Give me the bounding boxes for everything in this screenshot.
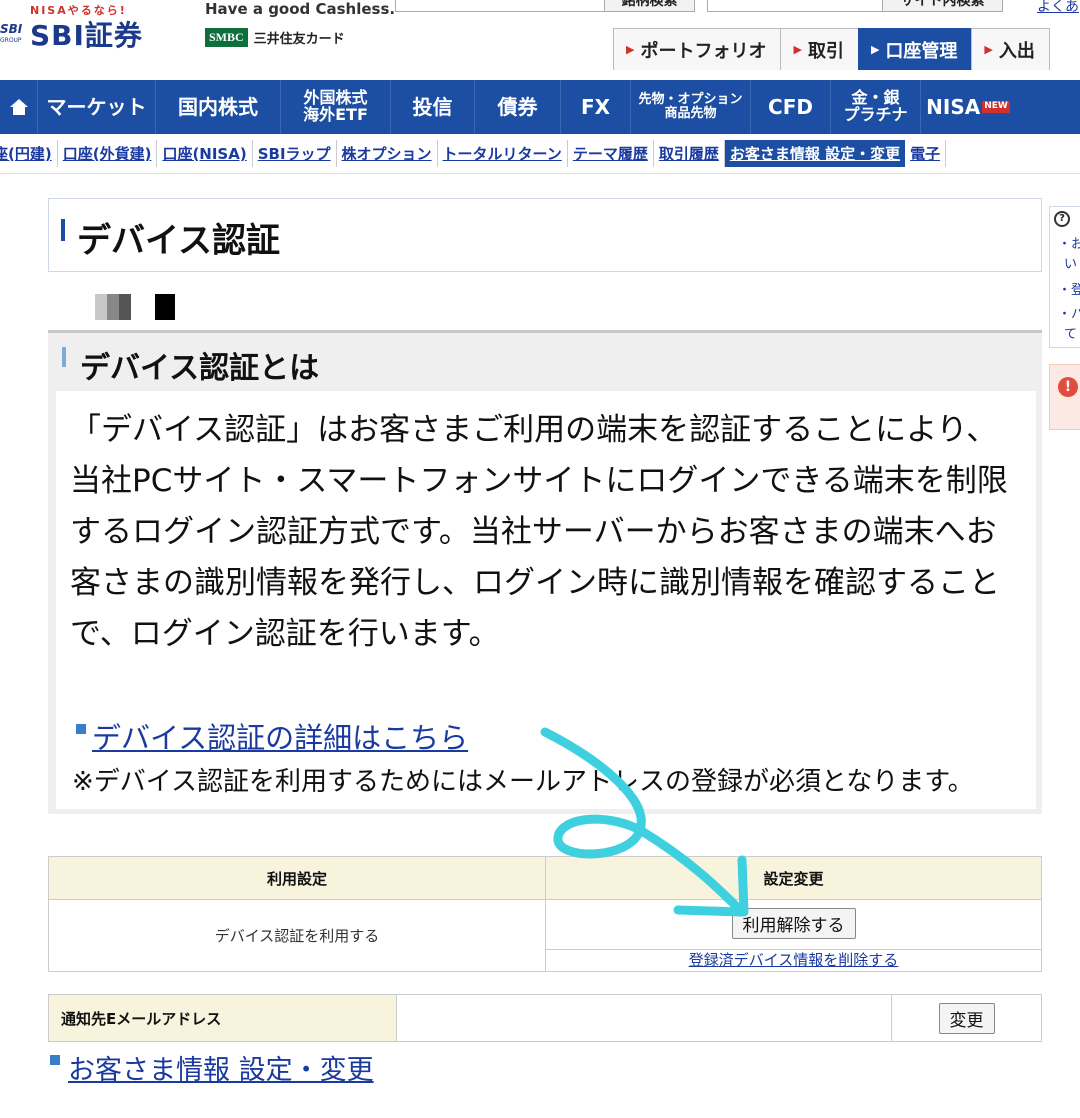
- customer-info-settings-link[interactable]: お客さま情報 設定・変更: [50, 1048, 374, 1087]
- device-auth-info-section: デバイス認証とは 「デバイス認証」はお客さまご利用の端末を認証することにより、当…: [48, 330, 1042, 814]
- home-icon[interactable]: [0, 80, 38, 134]
- alert-icon: !: [1058, 377, 1078, 397]
- side-link[interactable]: て: [1064, 323, 1077, 342]
- email-value-redacted: [396, 994, 892, 1042]
- link-arrow-icon: [50, 1055, 60, 1065]
- smbc-badge: SMBC: [205, 28, 248, 47]
- subnav-total-return[interactable]: トータルリターン: [438, 140, 568, 167]
- col-change-header: 設定変更: [545, 856, 1042, 900]
- help-side-panel: ? ・お い ・登 ・ハ て: [1049, 206, 1080, 348]
- section-title: デバイス認証とは: [80, 351, 320, 386]
- nav-foreign-stock[interactable]: 外国株式 海外ETF: [281, 80, 391, 134]
- usage-value: デバイス認証を利用する: [48, 899, 546, 972]
- site-search-input[interactable]: サイト内検索: [707, 0, 1003, 12]
- redacted-text: [95, 294, 175, 320]
- nav-futures-options[interactable]: 先物・オプション 商品先物: [631, 80, 751, 134]
- nav-cfd[interactable]: CFD: [751, 80, 831, 134]
- site-header: NISAやるなら! SBI SBI証券 GROUP Have a good Ca…: [0, 0, 1080, 80]
- page-title-box: デバイス認証: [48, 198, 1042, 272]
- subnav-stock-option[interactable]: 株オプション: [337, 140, 438, 167]
- description-text: 「デバイス認証」はお客さまご利用の端末を認証することにより、当社PCサイト・スマ…: [70, 412, 1008, 652]
- subnav-customer-info[interactable]: お客さま情報 設定・変更: [724, 140, 906, 167]
- delete-link-cell: 登録済デバイス情報を削除する: [546, 950, 1041, 971]
- triangle-right-icon: ▶: [793, 43, 802, 56]
- device-auth-detail-link[interactable]: デバイス認証の詳細はこちら: [76, 715, 468, 757]
- nav-domestic-stock[interactable]: 国内株式: [156, 80, 281, 134]
- triangle-right-icon: ▶: [870, 43, 880, 56]
- alert-side-panel: !: [1049, 364, 1080, 430]
- smbc-card-banner[interactable]: SMBC 三井住友カード: [205, 28, 345, 47]
- side-link[interactable]: ・登: [1058, 279, 1080, 298]
- change-email-button[interactable]: 変更: [938, 1002, 995, 1034]
- nav-fx[interactable]: FX: [561, 80, 631, 134]
- tab-account-management[interactable]: ▶ 口座管理: [857, 28, 973, 70]
- sbi-logo[interactable]: NISAやるなら! SBI SBI証券 GROUP: [0, 0, 160, 60]
- side-link[interactable]: ・ハ: [1058, 303, 1080, 322]
- account-tabs: ▶ ポートフォリオ ▶ 取引 ▶ 口座管理 ▶ 入出: [613, 28, 1050, 70]
- title-accent-bar: [61, 219, 65, 241]
- email-label: 通知先Eメールアドレス: [48, 994, 397, 1042]
- link-arrow-icon: [76, 724, 86, 734]
- global-nav: マーケット 国内株式 外国株式 海外ETF 投信 債券 FX 先物・オプション 商品…: [0, 80, 1080, 134]
- logo-text: SBI証券: [30, 19, 143, 52]
- stock-search-button[interactable]: 銘柄検索: [604, 0, 694, 11]
- info-body: 「デバイス認証」はお客さまご利用の端末を認証することにより、当社PCサイト・スマ…: [56, 391, 1036, 809]
- section-accent-bar: [62, 347, 66, 367]
- sub-nav: 座(円建) 口座(外貨建) 口座(NISA) SBIラップ 株オプション トータ…: [0, 134, 1080, 174]
- logo-mark: SBI: [0, 22, 23, 36]
- email-required-note: ※デバイス認証を利用するためにはメールアドレスの登録が必須となります。: [72, 767, 974, 797]
- release-button-cell: 利用解除する: [546, 900, 1041, 950]
- logo-group: GROUP: [0, 37, 22, 44]
- cashless-slogan: Have a good Cashless.: [205, 0, 396, 18]
- tab-label: 取引: [807, 40, 844, 62]
- triangle-right-icon: ▶: [626, 43, 635, 56]
- subnav-trade-history[interactable]: 取引履歴: [654, 140, 725, 167]
- tab-deposit[interactable]: ▶ 入出: [971, 28, 1050, 70]
- col-usage-header: 利用設定: [48, 856, 546, 900]
- email-change-cell: 変更: [891, 994, 1042, 1042]
- side-link[interactable]: い: [1064, 253, 1077, 272]
- subnav-foreign-account[interactable]: 口座(外貨建): [58, 140, 158, 167]
- notification-email-table: 通知先Eメールアドレス 変更: [48, 994, 1042, 1042]
- tab-label: 入出: [998, 40, 1035, 62]
- nav-nisa[interactable]: NISA NEW: [921, 80, 1015, 134]
- side-link[interactable]: ・お: [1058, 233, 1080, 252]
- tab-trade[interactable]: ▶ 取引: [780, 28, 859, 70]
- subnav-theme-history[interactable]: テーマ履歴: [568, 140, 654, 167]
- tab-portfolio[interactable]: ▶ ポートフォリオ: [613, 28, 782, 70]
- delete-registered-devices-link[interactable]: 登録済デバイス情報を削除する: [689, 951, 899, 969]
- nav-precious-metals[interactable]: 金・銀 プラチナ: [831, 80, 921, 134]
- nav-bond[interactable]: 債券: [475, 80, 561, 134]
- page-title: デバイス認証: [77, 221, 280, 261]
- triangle-right-icon: ▶: [984, 43, 993, 56]
- nav-investment-trust[interactable]: 投信: [391, 80, 475, 134]
- faq-link[interactable]: よくあ: [1037, 0, 1079, 16]
- stock-search-input[interactable]: 銘柄検索: [395, 0, 695, 12]
- smbc-card-text: 三井住友カード: [253, 32, 345, 47]
- new-badge: NEW: [982, 101, 1010, 113]
- release-device-auth-button[interactable]: 利用解除する: [731, 908, 856, 939]
- subnav-sbi-wrap[interactable]: SBIラップ: [253, 140, 337, 167]
- site-search-button[interactable]: サイト内検索: [882, 0, 1002, 11]
- subnav-nisa-account[interactable]: 口座(NISA): [157, 140, 253, 167]
- tab-label: ポートフォリオ: [640, 40, 767, 62]
- device-auth-setting-table: 利用設定 設定変更 デバイス認証を利用する 利用解除する 登録済デバイス情報を削…: [48, 856, 1042, 972]
- subnav-yen-account[interactable]: 座(円建): [0, 140, 58, 167]
- help-icon: ?: [1054, 211, 1070, 227]
- tab-label: 口座管理: [885, 40, 958, 62]
- subnav-electronic[interactable]: 電子: [905, 140, 947, 167]
- nav-market[interactable]: マーケット: [38, 80, 156, 134]
